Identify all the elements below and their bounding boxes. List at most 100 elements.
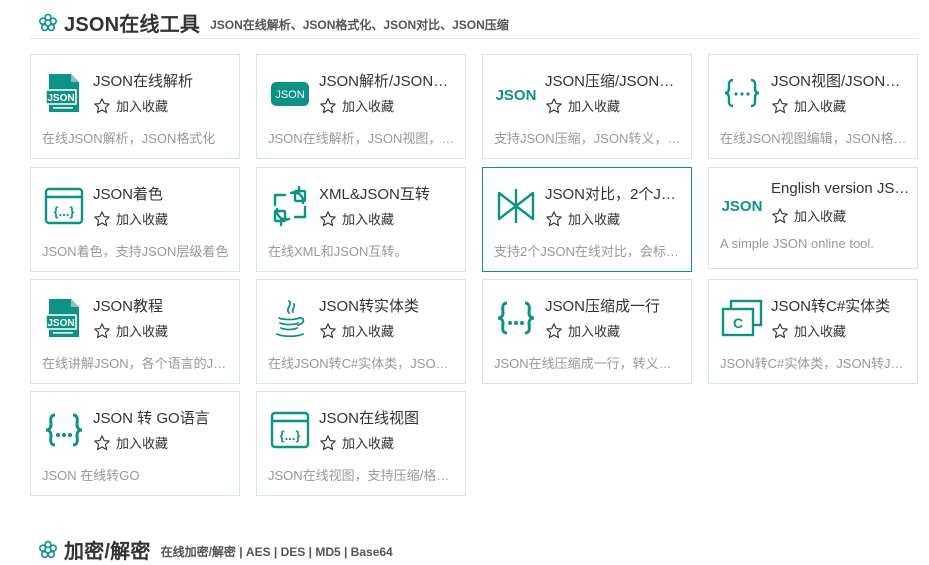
add-favorite-button[interactable]: 加入收藏 (319, 321, 394, 340)
star-icon (772, 322, 788, 338)
braces-icon (45, 413, 83, 447)
add-favorite-label: 加入收藏 (342, 99, 395, 114)
braces-dots-icon (497, 301, 535, 335)
java-cup-icon (276, 300, 305, 338)
star-icon (94, 210, 110, 226)
tool-description: JSON在线解析，JSON视图，JSON格式化 (268, 131, 456, 146)
star-icon (320, 434, 336, 450)
add-favorite-button[interactable]: 加入收藏 (771, 321, 846, 340)
add-favorite-button[interactable]: 加入收藏 (319, 433, 394, 452)
svg-text:C: C (733, 315, 743, 331)
add-favorite-label: 加入收藏 (342, 324, 395, 339)
tool-card-json-compress[interactable]: JSON JSON压缩/JSON转义 加入收藏 支持JSON压缩，JSON转义，… (482, 54, 692, 159)
add-favorite-label: 加入收藏 (342, 212, 395, 227)
star-icon (94, 97, 110, 113)
svg-text:JSON: JSON (47, 93, 74, 104)
tool-title: JSON着色 (93, 186, 164, 203)
add-favorite-label: 加入收藏 (116, 99, 169, 114)
add-favorite-label: 加入收藏 (794, 209, 847, 224)
add-favorite-button[interactable]: 加入收藏 (93, 96, 168, 115)
tool-description: 支持JSON压缩，JSON转义，JSON去除转义 (494, 131, 682, 146)
tool-title: XML&JSON互转 (319, 186, 430, 203)
tool-card-json-online-view[interactable]: {...} JSON在线视图 加入收藏 JSON在线视图，支持压缩/格式化 (256, 391, 466, 496)
tool-card-json-parse[interactable]: JSON JSON在线解析 加入收藏 在线JSON解析，JSON格式化 (30, 54, 240, 159)
tool-description: JSON转C#实体类，JSON转Java (720, 356, 908, 371)
tool-title: JSON教程 (93, 298, 164, 315)
add-favorite-label: 加入收藏 (794, 324, 847, 339)
add-favorite-button[interactable]: 加入收藏 (545, 209, 620, 228)
star-icon (546, 210, 562, 226)
tool-card-json-compare[interactable]: JSON对比，2个JSON对比 加入收藏 支持2个JSON在线对比，会标出差异 (482, 167, 692, 272)
star-icon (94, 434, 110, 450)
add-favorite-button[interactable]: 加入收藏 (771, 96, 846, 115)
crypto-section-header: 加密/解密 在线加密/解密 | AES | DES | MD5 | Base64 (38, 535, 393, 564)
json-section-subtitle: JSON在线解析、JSON格式化、JSON对比、JSON压缩 (210, 17, 509, 32)
tool-description: JSON着色，支持JSON层级着色 (42, 244, 229, 259)
add-favorite-button[interactable]: 加入收藏 (319, 209, 394, 228)
tool-description: A simple JSON online tool. (720, 236, 874, 251)
star-icon (772, 207, 788, 223)
add-favorite-label: 加入收藏 (116, 436, 169, 451)
section-divider (30, 38, 919, 39)
tool-description: 支持2个JSON在线对比，会标出差异 (494, 244, 682, 259)
add-favorite-label: 加入收藏 (568, 212, 621, 227)
flower-icon (39, 13, 57, 31)
json-text-icon: JSON (496, 87, 537, 104)
json-file-icon: JSON (45, 74, 79, 112)
add-favorite-button[interactable]: 加入收藏 (93, 209, 168, 228)
crypto-section-subtitle: 在线加密/解密 | AES | DES | MD5 | Base64 (160, 544, 393, 559)
convert-arrows-icon (273, 185, 307, 227)
json-text-icon: JSON (722, 198, 763, 215)
tool-title: JSON视图/JSON编辑 (771, 73, 911, 90)
svg-text:{...}: {...} (54, 204, 75, 219)
star-icon (772, 97, 788, 113)
add-favorite-button[interactable]: 加入收藏 (93, 321, 168, 340)
tool-description: JSON在线视图，支持压缩/格式化 (268, 468, 456, 483)
add-favorite-button[interactable]: 加入收藏 (545, 96, 620, 115)
tool-card-json-to-class[interactable]: JSON转实体类 加入收藏 在线JSON转C#实体类，JSON转Java实体类 (256, 279, 466, 384)
tool-card-json-to-go[interactable]: JSON 转 GO语言 加入收藏 JSON 在线转GO (30, 391, 240, 496)
tool-description: 在线讲解JSON，各个语言的JSON解析 (42, 356, 230, 371)
bowtie-compare-icon (497, 189, 535, 223)
flower-icon (39, 540, 57, 558)
csharp-window-icon: C (721, 299, 763, 337)
browser-braces-icon: {...} (270, 411, 310, 449)
crypto-section-title: 加密/解密 (64, 541, 151, 563)
braces-icon (724, 78, 760, 108)
tool-title: JSON 转 GO语言 (93, 410, 210, 427)
svg-text:{...}: {...} (280, 428, 301, 443)
svg-text:JSON: JSON (496, 87, 537, 104)
browser-braces-icon: {...} (44, 187, 84, 225)
json-badge-icon: JSON (271, 82, 309, 106)
add-favorite-label: 加入收藏 (342, 436, 395, 451)
star-icon (320, 97, 336, 113)
star-icon (546, 322, 562, 338)
json-file-icon: JSON (45, 299, 79, 337)
tool-card-json-tutorial[interactable]: JSON JSON教程 加入收藏 在线讲解JSON，各个语言的JSON解析 (30, 279, 240, 384)
star-icon (94, 322, 110, 338)
tool-description: 在线JSON转C#实体类，JSON转Java实体类 (268, 356, 456, 371)
tool-card-english-version[interactable]: JSON English version JSON tool 加入收藏 A si… (708, 167, 918, 269)
svg-text:JSON: JSON (47, 318, 74, 329)
add-favorite-label: 加入收藏 (568, 99, 621, 114)
tool-title: JSON在线解析 (93, 73, 194, 90)
json-section-header: JSON在线工具 JSON在线解析、JSON格式化、JSON对比、JSON压缩 (38, 8, 509, 37)
add-favorite-button[interactable]: 加入收藏 (319, 96, 394, 115)
tool-card-json-format[interactable]: JSON JSON解析/JSON格式化 加入收藏 JSON在线解析，JSON视图… (256, 54, 466, 159)
tool-title: JSON压缩/JSON转义 (545, 73, 685, 90)
tool-description: 在线JSON解析，JSON格式化 (42, 131, 216, 146)
tool-card-json-one-line[interactable]: JSON压缩成一行 加入收藏 JSON在线压缩成一行，转义压缩 (482, 279, 692, 384)
tool-card-xml-json[interactable]: XML&JSON互转 加入收藏 在线XML和JSON互转。 (256, 167, 466, 272)
tool-card-json-to-csharp[interactable]: C JSON转C#实体类 加入收藏 JSON转C#实体类，JSON转Java (708, 279, 918, 384)
tool-title: JSON转实体类 (319, 298, 420, 315)
add-favorite-button[interactable]: 加入收藏 (771, 206, 846, 225)
tool-description: JSON在线压缩成一行，转义压缩 (494, 356, 682, 371)
svg-text:JSON: JSON (275, 89, 304, 101)
add-favorite-label: 加入收藏 (116, 324, 169, 339)
star-icon (320, 322, 336, 338)
tool-card-json-color[interactable]: {...} JSON着色 加入收藏 JSON着色，支持JSON层级着色 (30, 167, 240, 272)
tool-card-json-view[interactable]: JSON视图/JSON编辑 加入收藏 在线JSON视图编辑，JSON格式化 (708, 54, 918, 159)
tool-description: 在线XML和JSON互转。 (268, 244, 408, 259)
add-favorite-button[interactable]: 加入收藏 (93, 433, 168, 452)
add-favorite-button[interactable]: 加入收藏 (545, 321, 620, 340)
